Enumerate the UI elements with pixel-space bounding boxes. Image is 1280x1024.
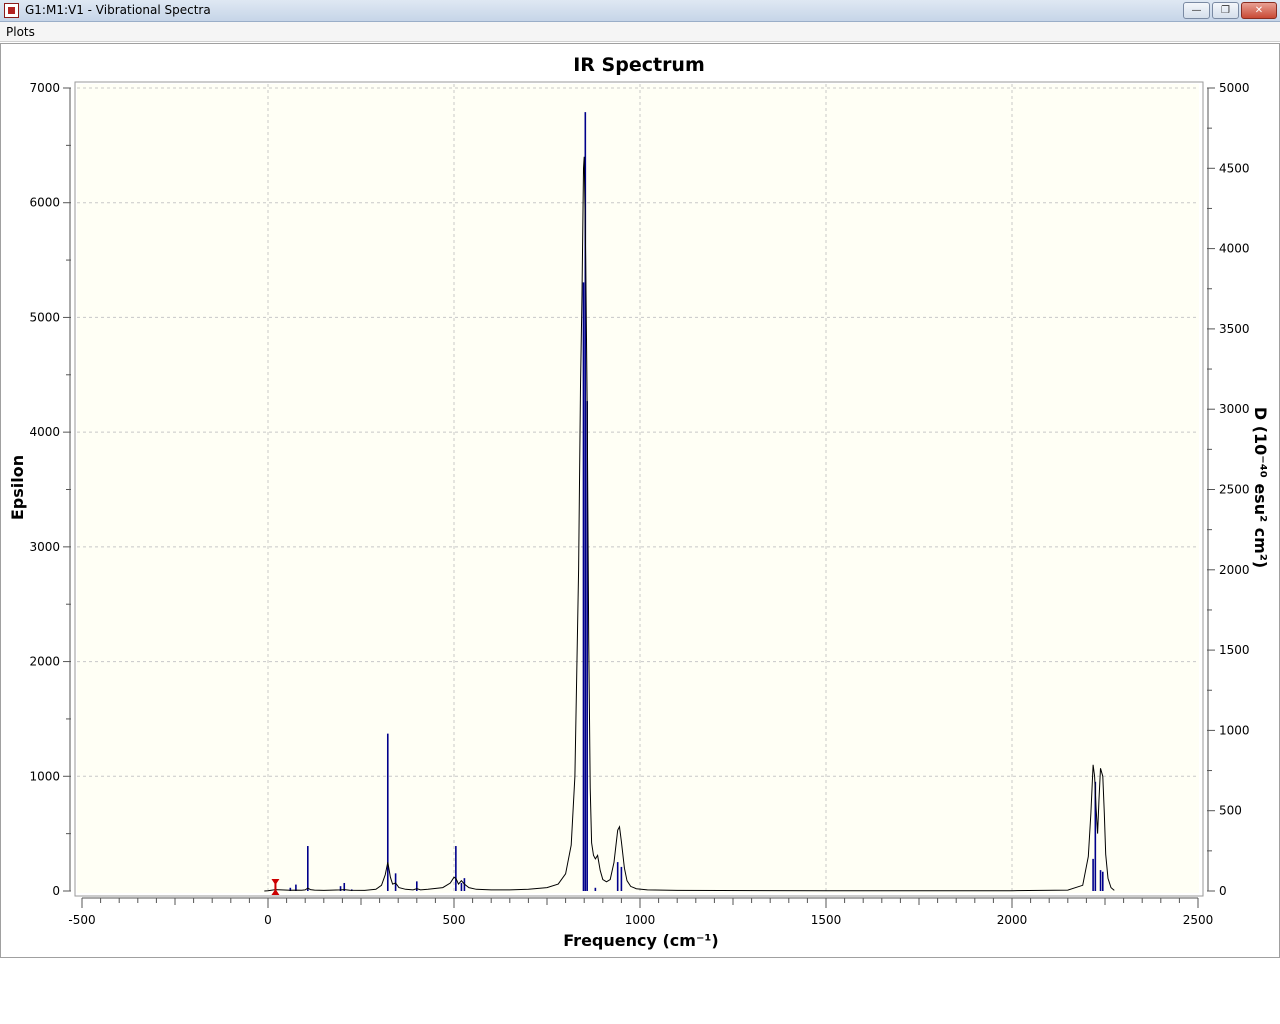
menu-bar: Plots [0,22,1280,42]
x-tick-label: 2500 [1183,913,1214,927]
y-tick-label-left: 2000 [29,655,60,669]
y-tick-label-left: 3000 [29,540,60,554]
y-tick-label-right: 500 [1219,804,1242,818]
x-tick-label: 500 [443,913,466,927]
y-tick-label-right: 5000 [1219,81,1250,95]
y-tick-label-left: 5000 [29,310,60,324]
y-tick-label-right: 4500 [1219,161,1250,175]
x-axis-label: Frequency (cm⁻¹) [563,931,718,950]
x-tick-label: -500 [68,913,95,927]
x-tick-label: 0 [264,913,272,927]
y-tick-label-right: 0 [1219,884,1227,898]
y-axis-label-left: Epsilon [8,455,27,520]
menu-plots[interactable]: Plots [6,25,35,39]
x-tick-label: 1500 [811,913,842,927]
window-title-bar: G1:M1:V1 - Vibrational Spectra — ❐ ✕ [0,0,1280,22]
ir-spectrum-chart[interactable]: IR Spectrum01000200030004000500060007000… [1,44,1279,957]
maximize-button[interactable]: ❐ [1212,2,1239,19]
x-tick-label: 2000 [997,913,1028,927]
y-tick-label-right: 2500 [1219,483,1250,497]
plot-frame: IR Spectrum 0 1000 2000 3000 4000 5000 6000 7000… [0,43,1280,958]
y-tick-label-right: 3500 [1219,322,1250,336]
y-tick-label-left: 6000 [29,196,60,210]
minimize-button[interactable]: — [1183,2,1210,19]
close-button[interactable]: ✕ [1241,2,1277,19]
y-tick-label-right: 2000 [1219,563,1250,577]
y-tick-label-right: 1000 [1219,723,1250,737]
y-tick-label-left: 7000 [29,81,60,95]
app-icon [4,3,19,18]
y-tick-label-left: 1000 [29,769,60,783]
y-tick-label-left: 0 [52,884,60,898]
plot-area [77,84,1199,893]
chart-title: IR Spectrum [573,54,705,76]
y-tick-label-right: 1500 [1219,643,1250,657]
y-axis-label-right: D (10⁻⁴⁰ esu² cm²) [1251,407,1270,568]
y-tick-label-right: 3000 [1219,402,1250,416]
x-tick-label: 1000 [625,913,656,927]
window-title: G1:M1:V1 - Vibrational Spectra [25,3,211,17]
y-tick-label-left: 4000 [29,425,60,439]
y-tick-label-right: 4000 [1219,242,1250,256]
